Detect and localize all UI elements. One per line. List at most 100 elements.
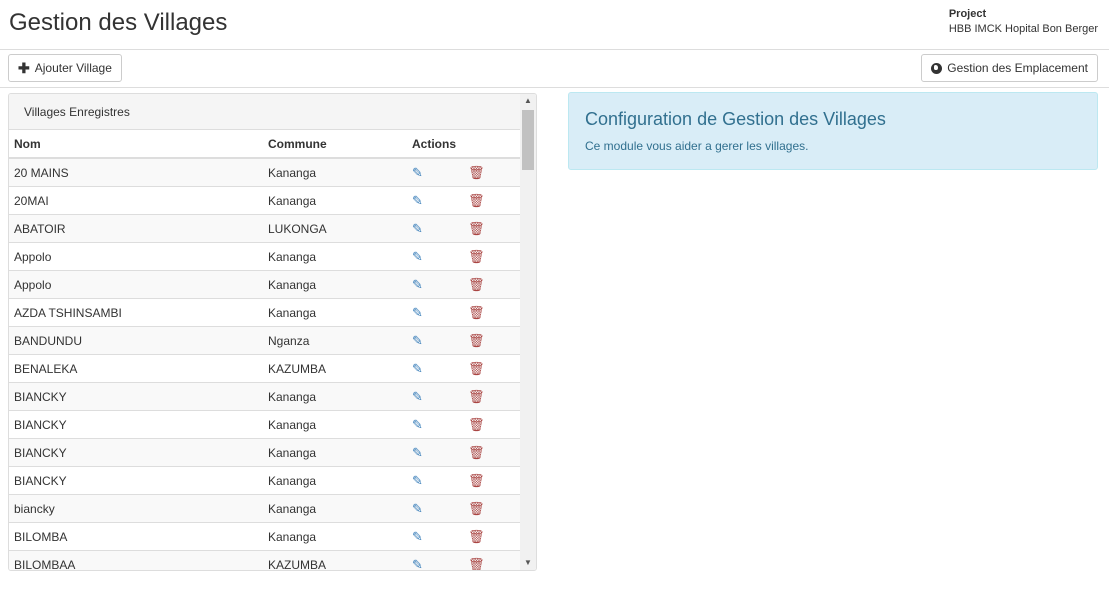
trash-icon[interactable]: 🗑︎ (468, 445, 485, 460)
edit-pencil-icon[interactable]: ✎ (412, 501, 423, 516)
table-row: BENALEKA KAZUMBA ✎ 🗑︎ (9, 354, 521, 383)
table-row: Appolo Kananga ✎ 🗑︎ (9, 270, 521, 299)
edit-pencil-icon[interactable]: ✎ (412, 529, 423, 544)
page-header: Gestion des Villages Project HBB IMCK Ho… (0, 0, 1109, 50)
info-title: Configuration de Gestion des Villages (585, 109, 886, 129)
delete-cell: 🗑︎ (463, 410, 521, 439)
info-text: Ce module vous aider a gerer les village… (585, 139, 809, 153)
village-name: ABATOIR (9, 214, 263, 243)
edit-pencil-icon[interactable]: ✎ (412, 417, 423, 432)
add-village-button[interactable]: ✚ Ajouter Village (8, 54, 122, 82)
scroll-up-arrow-icon[interactable]: ▲ (520, 94, 536, 108)
trash-icon[interactable]: 🗑︎ (468, 305, 485, 320)
village-name: BIANCKY (9, 410, 263, 439)
edit-pencil-icon[interactable]: ✎ (412, 473, 423, 488)
project-label: Project (948, 8, 987, 20)
edit-pencil-icon[interactable]: ✎ (412, 305, 423, 320)
globe-icon (931, 62, 943, 74)
village-name: 20MAI (9, 186, 263, 215)
village-commune: Kananga (263, 410, 407, 439)
edit-cell: ✎ (407, 298, 463, 327)
trash-icon[interactable]: 🗑︎ (468, 557, 485, 571)
edit-cell: ✎ (407, 550, 463, 571)
project-info: Project HBB IMCK Hopital Bon Berger (949, 7, 1098, 37)
table-row: BIANCKY Kananga ✎ 🗑︎ (9, 466, 521, 495)
delete-cell: 🗑︎ (463, 326, 521, 355)
trash-icon[interactable]: 🗑︎ (468, 389, 485, 404)
edit-pencil-icon[interactable]: ✎ (412, 277, 423, 292)
table-row: BIANCKY Kananga ✎ 🗑︎ (9, 410, 521, 439)
edit-cell: ✎ (407, 214, 463, 243)
trash-icon[interactable]: 🗑︎ (468, 417, 485, 432)
villages-table: Nom Commune Actions 20 MAINS Kananga ✎ 🗑︎ 20… (9, 130, 521, 571)
trash-icon[interactable]: 🗑︎ (468, 165, 485, 180)
edit-cell: ✎ (407, 494, 463, 523)
table-row: Appolo Kananga ✎ 🗑︎ (9, 242, 521, 271)
trash-icon[interactable]: 🗑︎ (468, 473, 485, 488)
column-header-actions: Actions (407, 130, 463, 159)
edit-cell: ✎ (407, 466, 463, 495)
delete-cell: 🗑︎ (463, 186, 521, 215)
delete-cell: 🗑︎ (463, 354, 521, 383)
village-commune: Nganza (263, 326, 407, 355)
delete-cell: 🗑︎ (463, 550, 521, 571)
delete-cell: 🗑︎ (463, 242, 521, 271)
delete-cell: 🗑︎ (463, 382, 521, 411)
edit-pencil-icon[interactable]: ✎ (412, 193, 423, 208)
trash-icon[interactable]: 🗑︎ (468, 501, 485, 516)
edit-pencil-icon[interactable]: ✎ (412, 221, 423, 236)
delete-cell: 🗑︎ (463, 157, 521, 187)
trash-icon[interactable]: 🗑︎ (468, 361, 485, 376)
scrollbar-thumb[interactable] (522, 110, 534, 170)
edit-cell: ✎ (407, 522, 463, 551)
village-name: biancky (9, 494, 263, 523)
village-commune: Kananga (263, 298, 407, 327)
edit-cell: ✎ (407, 326, 463, 355)
edit-cell: ✎ (407, 382, 463, 411)
edit-pencil-icon[interactable]: ✎ (412, 165, 423, 180)
add-village-label: Ajouter Village (34, 61, 112, 75)
table-row: BIANCKY Kananga ✎ 🗑︎ (9, 382, 521, 411)
edit-pencil-icon[interactable]: ✎ (412, 445, 423, 460)
trash-icon[interactable]: 🗑︎ (468, 193, 485, 208)
delete-cell: 🗑︎ (463, 214, 521, 243)
village-name: BIANCKY (9, 382, 263, 411)
table-scrollbar[interactable]: ▲ ▼ (520, 94, 536, 570)
edit-pencil-icon[interactable]: ✎ (412, 389, 423, 404)
edit-pencil-icon[interactable]: ✎ (412, 333, 423, 348)
village-commune: Kananga (263, 186, 407, 215)
edit-cell: ✎ (407, 438, 463, 467)
edit-pencil-icon[interactable]: ✎ (412, 557, 423, 571)
trash-icon[interactable]: 🗑︎ (468, 529, 485, 544)
village-commune: Kananga (263, 242, 407, 271)
edit-pencil-icon[interactable]: ✎ (412, 361, 423, 376)
trash-icon[interactable]: 🗑︎ (468, 249, 485, 264)
edit-pencil-icon[interactable]: ✎ (412, 249, 423, 264)
village-name: BILOMBA (9, 522, 263, 551)
table-body: 20 MAINS Kananga ✎ 🗑︎ 20MAI Kananga ✎ 🗑︎ ABATOIR… (9, 157, 521, 571)
edit-cell: ✎ (407, 354, 463, 383)
table-row: biancky Kananga ✎ 🗑︎ (9, 494, 521, 523)
trash-icon[interactable]: 🗑︎ (468, 333, 485, 348)
village-commune: Kananga (263, 157, 407, 187)
village-commune: KAZUMBA (263, 354, 407, 383)
plus-icon: ✚ (18, 60, 30, 76)
panel-title: Villages Enregistres (9, 94, 521, 130)
village-name: BIANCKY (9, 438, 263, 467)
trash-icon[interactable]: 🗑︎ (468, 221, 485, 236)
delete-cell: 🗑︎ (463, 522, 521, 551)
manage-locations-button[interactable]: Gestion des Emplacement (921, 54, 1098, 82)
village-name: BIANCKY (9, 466, 263, 495)
village-name: BILOMBAA (9, 550, 263, 570)
village-commune: Kananga (263, 270, 407, 299)
scroll-down-arrow-icon[interactable]: ▼ (520, 556, 536, 570)
column-header-spacer (463, 130, 521, 159)
trash-icon[interactable]: 🗑︎ (468, 277, 485, 292)
project-name: HBB IMCK Hopital Bon Berger (948, 23, 1098, 35)
column-header-nom: Nom (9, 130, 263, 159)
table-row: 20 MAINS Kananga ✎ 🗑︎ (9, 157, 521, 187)
edit-cell: ✎ (407, 410, 463, 439)
delete-cell: 🗑︎ (463, 270, 521, 299)
table-row: 20MAI Kananga ✎ 🗑︎ (9, 186, 521, 215)
manage-locations-label: Gestion des Emplacement (947, 61, 1088, 75)
